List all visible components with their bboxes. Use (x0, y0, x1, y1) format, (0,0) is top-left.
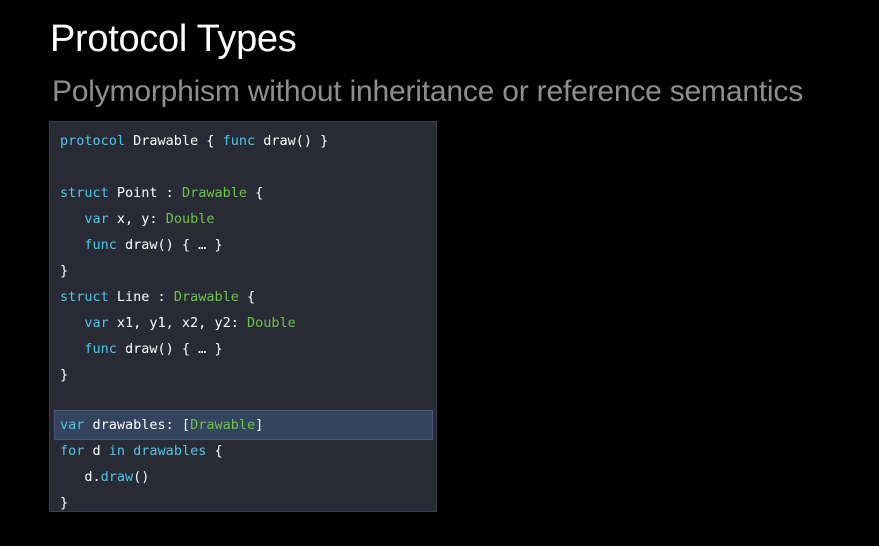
code-token: Double (165, 211, 215, 227)
code-line-5: func draw() { … } (60, 232, 223, 258)
code-token: Point : (108, 185, 182, 201)
code-panel: protocol Drawable { func draw() } struct… (49, 121, 437, 512)
code-token: Line : (108, 289, 174, 305)
code-line-12: var drawables: [Drawable] (60, 412, 263, 438)
code-token: { (206, 443, 223, 459)
code-line-13: for d in drawables { (60, 438, 223, 464)
code-line-3: struct Point : Drawable { (60, 180, 263, 206)
code-token: x1, y1, x2, y2: (108, 315, 247, 331)
code-line-4: var x, y: Double (60, 206, 214, 232)
code-token: drawables: [ (84, 417, 191, 433)
code-token: draw (100, 469, 134, 485)
code-line-1: protocol Drawable { func draw() } (60, 128, 328, 154)
code-token: { (246, 185, 264, 201)
code-token: var (60, 417, 85, 433)
code-token: } (60, 495, 69, 511)
code-token: } (60, 367, 69, 383)
code-token: drawables (125, 443, 207, 459)
code-token: x, y: (108, 211, 166, 227)
code-token: draw() { … } (116, 237, 223, 253)
code-line-10: } (60, 362, 68, 388)
slide-subtitle: Polymorphism without inheritance or refe… (52, 75, 803, 108)
code-token: { (238, 289, 256, 305)
code-token: for (60, 443, 85, 459)
code-token: struct (60, 185, 109, 201)
code-token: func (84, 237, 117, 253)
code-token: var (84, 211, 109, 227)
code-token: in (108, 443, 126, 459)
code-token: draw() { … } (116, 341, 223, 357)
slide-title: Protocol Types (50, 18, 297, 60)
code-token: struct (60, 289, 109, 305)
code-token: var (84, 315, 109, 331)
code-token: d. (60, 469, 101, 485)
code-line-8: var x1, y1, x2, y2: Double (60, 310, 296, 336)
code-token: d (84, 443, 109, 459)
code-line-7: struct Line : Drawable { (60, 284, 255, 310)
slide: Protocol Types Polymorphism without inhe… (0, 0, 879, 546)
code-token: Drawable (190, 417, 256, 433)
code-token: draw() } (255, 133, 329, 149)
code-token: Drawable (181, 185, 247, 201)
code-token: protocol (60, 133, 126, 149)
code-token: Drawable (173, 289, 239, 305)
code-token: Double (246, 315, 296, 331)
code-token: Drawable { (125, 133, 223, 149)
code-token: ] (255, 417, 264, 433)
code-token: func (84, 341, 117, 357)
code-line-14: d.draw() (60, 464, 149, 490)
code-token: () (133, 469, 150, 485)
code-line-15: } (60, 490, 68, 516)
code-line-6: } (60, 258, 68, 284)
code-token: func (222, 133, 256, 149)
code-token: } (60, 263, 69, 279)
code-line-9: func draw() { … } (60, 336, 223, 362)
